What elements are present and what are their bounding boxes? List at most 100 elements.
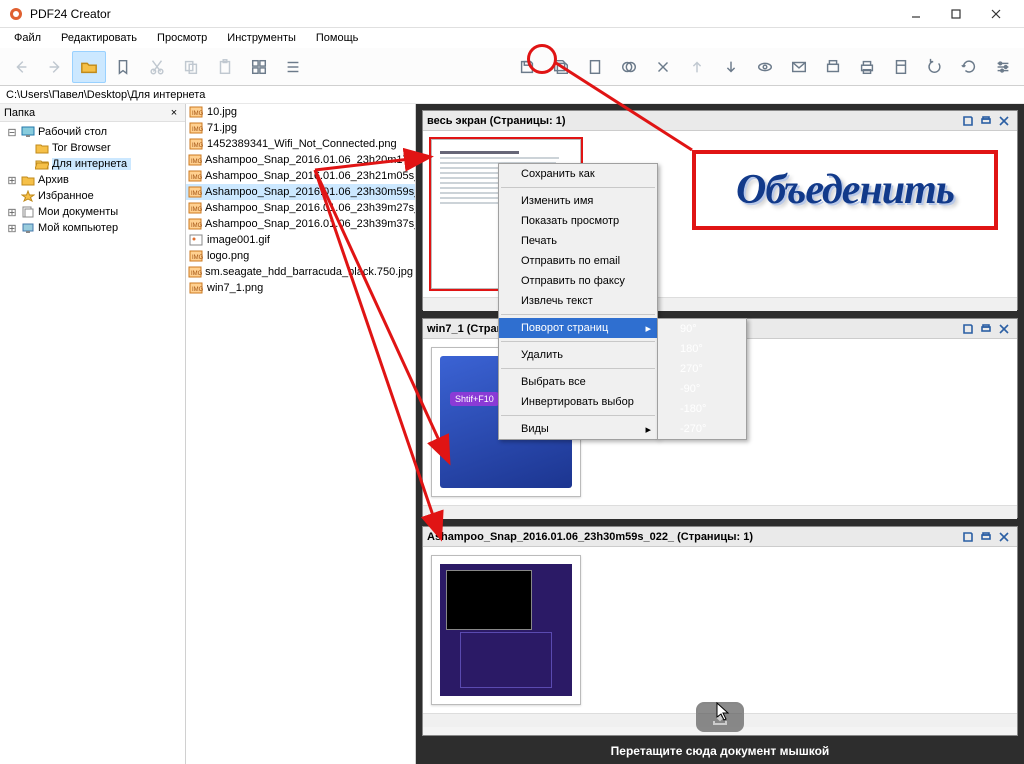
nav-back-button[interactable] (4, 51, 38, 83)
file-row[interactable]: IMGlogo.png (186, 248, 415, 264)
menu-file[interactable]: Файл (4, 30, 51, 46)
ctx-send-fax[interactable]: Отправить по факсу (499, 271, 657, 291)
tree-node[interactable]: Для интернета (0, 156, 185, 172)
refresh-button[interactable] (952, 51, 986, 83)
menu-edit[interactable]: Редактировать (51, 30, 147, 46)
folder-tree[interactable]: ⊟Рабочий столTor BrowserДля интернета ⊞ Ар… (0, 122, 185, 238)
maximize-button[interactable] (936, 3, 976, 25)
file-list-pane: IMG10.jpgIMG71.jpgIMG1452389341_Wifi_Not… (186, 104, 416, 764)
tree-node[interactable]: ⊞ Архив (0, 172, 185, 188)
file-row[interactable]: IMG71.jpg (186, 120, 415, 136)
tree-twisty[interactable]: ⊞ (6, 206, 18, 219)
file-row[interactable]: image001.gif (186, 232, 415, 248)
ctx-rotate-pages[interactable]: Поворот страниц ▸ 90° 180° 270° -90° -18… (499, 318, 657, 338)
doc-save-icon[interactable] (959, 529, 977, 545)
file-row[interactable]: IMGAshampoo_Snap_2016.01.06_23h39m27s_04… (186, 200, 415, 216)
page-thumbnail[interactable] (431, 555, 581, 705)
ctx-invert-selection[interactable]: Инвертировать выбор (499, 392, 657, 412)
settings-button[interactable] (986, 51, 1020, 83)
ctx-select-all[interactable]: Выбрать все (499, 372, 657, 392)
download-button[interactable] (714, 51, 748, 83)
tree-node[interactable]: ⊞Мой компьютер (0, 220, 185, 236)
ctx-rename[interactable]: Изменить имя (499, 191, 657, 211)
print-button[interactable] (850, 51, 884, 83)
close-button[interactable] (976, 3, 1016, 25)
ctx-rotate-n270[interactable]: -270° (658, 419, 746, 439)
ctx-delete[interactable]: Удалить (499, 345, 657, 365)
tree-node[interactable]: ⊞Мои документы (0, 204, 185, 220)
merge-button[interactable] (612, 51, 646, 83)
tree-twisty[interactable]: ⊟ (6, 126, 18, 139)
fax-button[interactable] (816, 51, 850, 83)
list-button[interactable] (276, 51, 310, 83)
drop-zone-hint: Перетащите сюда документ мышкой (416, 744, 1024, 758)
context-menu[interactable]: Сохранить как Изменить имя Показать прос… (498, 163, 658, 440)
doc-close-icon[interactable] (995, 529, 1013, 545)
tree-twisty[interactable]: ⊞ (6, 174, 18, 187)
tree-label: Архив (38, 174, 73, 186)
ctx-save-as[interactable]: Сохранить как (499, 164, 657, 184)
ctx-send-email[interactable]: Отправить по email (499, 251, 657, 271)
new-page-button[interactable] (578, 51, 612, 83)
file-row[interactable]: IMG1452389341_Wifi_Not_Connected.png (186, 136, 415, 152)
image-file-icon: IMG (188, 281, 204, 295)
doc-close-icon[interactable] (995, 321, 1013, 337)
doc-save-icon[interactable] (959, 321, 977, 337)
tree-node[interactable]: Tor Browser (0, 140, 185, 156)
ctx-show-preview[interactable]: Показать просмотр (499, 211, 657, 231)
delete-button[interactable] (646, 51, 680, 83)
calc-button[interactable] (884, 51, 918, 83)
ctx-rotate-270[interactable]: 270° (658, 359, 746, 379)
ctx-rotate-n90[interactable]: -90° (658, 379, 746, 399)
doc-print-icon[interactable] (977, 113, 995, 129)
file-row[interactable]: IMG10.jpg (186, 104, 415, 120)
ctx-rotate-n180[interactable]: -180° (658, 399, 746, 419)
doc-save-icon[interactable] (959, 113, 977, 129)
grid-button[interactable] (242, 51, 276, 83)
email-button[interactable] (782, 51, 816, 83)
file-name: logo.png (207, 250, 249, 262)
rotate-submenu[interactable]: 90° 180° 270° -90° -180° -270° (657, 318, 747, 440)
doc-print-icon[interactable] (977, 321, 995, 337)
menu-help[interactable]: Помощь (306, 30, 369, 46)
preview-button[interactable] (748, 51, 782, 83)
ctx-print[interactable]: Печать (499, 231, 657, 251)
file-row[interactable]: IMGAshampoo_Snap_2016.01.06_23h21m05s_01… (186, 168, 415, 184)
tree-node[interactable]: ⊟Рабочий стол (0, 124, 185, 140)
ctx-rotate-180[interactable]: 180° (658, 339, 746, 359)
cut-button[interactable] (140, 51, 174, 83)
tree-twisty[interactable]: ⊞ (6, 222, 18, 235)
file-row[interactable]: IMGAshampoo_Snap_2016.01.06_23h39m37s_04… (186, 216, 415, 232)
docs-icon (20, 205, 36, 219)
open-folder-button[interactable] (72, 51, 106, 83)
doc-print-icon[interactable] (977, 529, 995, 545)
copy-button[interactable] (174, 51, 208, 83)
file-row[interactable]: IMGAshampoo_Snap_2016.01.06_23h20m17s_01… (186, 152, 415, 168)
paste-button[interactable] (208, 51, 242, 83)
nav-forward-button[interactable] (38, 51, 72, 83)
svg-text:IMG: IMG (191, 175, 202, 181)
file-row[interactable]: IMGwin7_1.png (186, 280, 415, 296)
svg-text:IMG: IMG (191, 191, 202, 197)
ctx-views[interactable]: Виды▸ (499, 419, 657, 439)
file-name: image001.gif (207, 234, 270, 246)
folder-pane-close[interactable]: × (167, 107, 181, 119)
file-name: sm.seagate_hdd_barracuda_black.750.jpg (205, 266, 413, 278)
tree-node[interactable]: Избранное (0, 188, 185, 204)
file-name: 71.jpg (207, 122, 237, 134)
folder-open-icon (34, 157, 50, 171)
menu-tools[interactable]: Инструменты (217, 30, 306, 46)
svg-text:IMG: IMG (191, 223, 202, 229)
upload-button[interactable] (680, 51, 714, 83)
minimize-button[interactable] (896, 3, 936, 25)
ctx-extract-text[interactable]: Извлечь текст (499, 291, 657, 311)
ctx-rotate-90[interactable]: 90° (658, 319, 746, 339)
file-name: Ashampoo_Snap_2016.01.06_23h39m27s_042_.… (205, 202, 415, 214)
file-row[interactable]: IMGAshampoo_Snap_2016.01.06_23h30m59s_02… (186, 184, 415, 200)
menu-view[interactable]: Просмотр (147, 30, 217, 46)
file-row[interactable]: IMGsm.seagate_hdd_barracuda_black.750.jp… (186, 264, 415, 280)
bookmark-button[interactable] (106, 51, 140, 83)
doc-close-icon[interactable] (995, 113, 1013, 129)
file-list[interactable]: IMG10.jpgIMG71.jpgIMG1452389341_Wifi_Not… (186, 104, 415, 296)
undo-button[interactable] (918, 51, 952, 83)
